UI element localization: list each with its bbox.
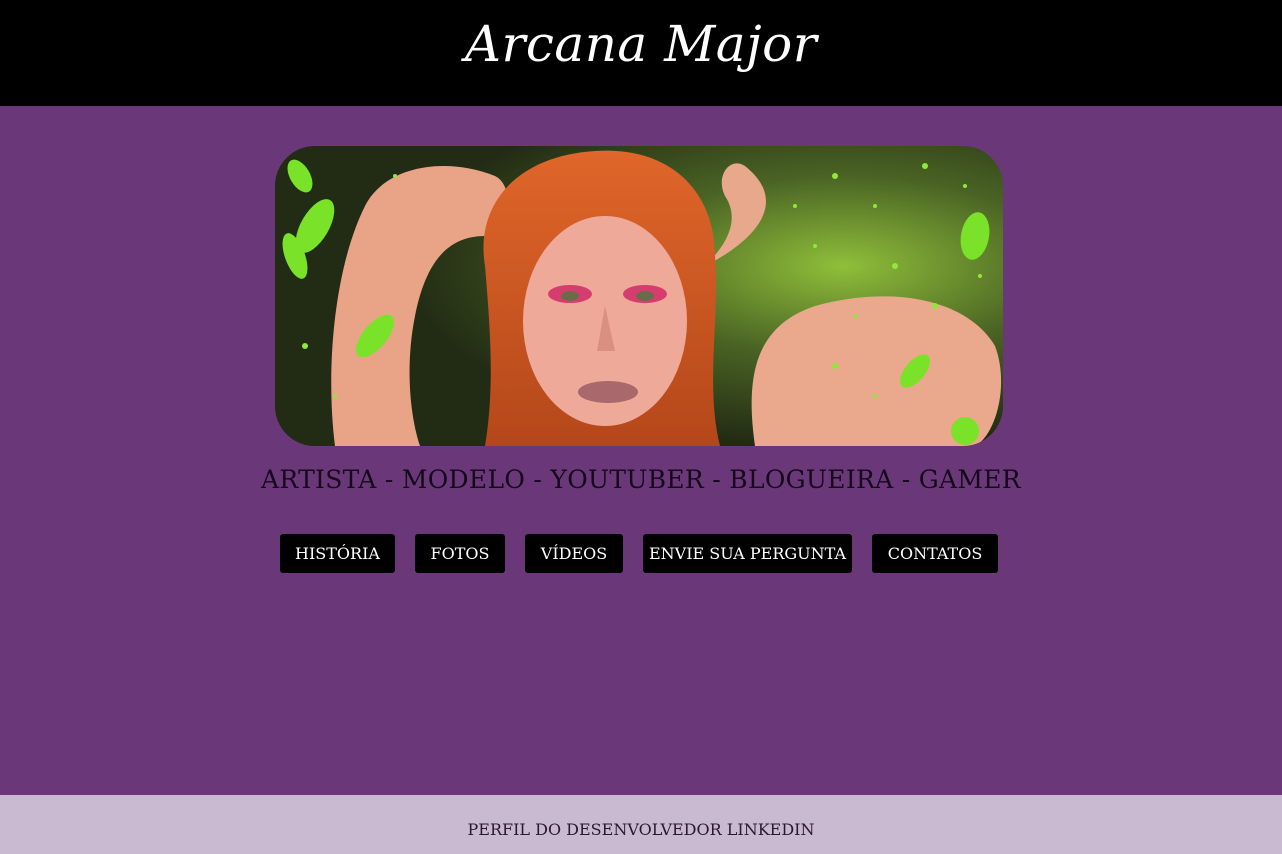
site-header: Arcana Major xyxy=(0,0,1282,106)
site-title: Arcana Major xyxy=(464,15,818,73)
nav-historia-button[interactable]: HISTÓRIA xyxy=(280,534,395,573)
tagline: ARTISTA - MODELO - YOUTUBER - BLOGUEIRA … xyxy=(261,465,1021,494)
hero-image xyxy=(275,146,1003,446)
nav-videos-button[interactable]: VÍDEOS xyxy=(525,534,623,573)
nav-fotos-button[interactable]: FOTOS xyxy=(415,534,505,573)
nav-envie-pergunta-button[interactable]: ENVIE SUA PERGUNTA xyxy=(643,534,852,573)
site-footer: PERFIL DO DESENVOLVEDOR LINKEDIN xyxy=(0,795,1282,854)
main-nav: HISTÓRIA FOTOS VÍDEOS ENVIE SUA PERGUNTA… xyxy=(280,534,998,573)
nav-contatos-button[interactable]: CONTATOS xyxy=(872,534,998,573)
hero-illustration xyxy=(275,146,1003,446)
linkedin-profile-link[interactable]: PERFIL DO DESENVOLVEDOR LINKEDIN xyxy=(0,795,1282,854)
